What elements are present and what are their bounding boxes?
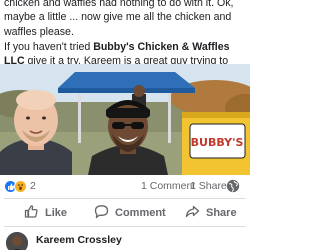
share-button[interactable]: Share <box>185 204 237 222</box>
post-paragraph-1: chicken and waffles had nothing to do wi… <box>4 0 234 38</box>
comment-button[interactable]: Comment <box>94 204 166 222</box>
action-bar: Like Comment Share <box>0 200 250 224</box>
wow-reaction-icon <box>14 180 27 193</box>
reaction-icons[interactable] <box>4 180 27 193</box>
comment-preview: Kareem Crossley <box>0 229 250 250</box>
comment-bubble-icon <box>94 204 109 222</box>
trailer-sign-text: BUBBY'S <box>191 136 244 149</box>
share-label: Share <box>206 207 237 219</box>
comment-label: Comment <box>115 207 166 219</box>
divider <box>4 226 246 227</box>
post-paragraph-2-start: If you haven't tried <box>4 41 94 53</box>
comment-count[interactable]: 1 Comment <box>141 180 195 192</box>
divider <box>4 198 246 199</box>
share-arrow-icon <box>185 204 200 222</box>
avatar[interactable] <box>6 232 28 250</box>
commenter-name[interactable]: Kareem Crossley <box>36 234 122 246</box>
like-button[interactable]: Like <box>24 204 67 222</box>
post-photo[interactable]: BUBBY'S <box>0 64 250 175</box>
reactions-bar: 2 1 Comment 1 Share <box>0 179 250 195</box>
share-count[interactable]: 1 Share <box>190 180 227 192</box>
thumbs-up-icon <box>24 204 39 222</box>
reaction-count[interactable]: 2 <box>30 180 36 192</box>
selfie-photo: BUBBY'S <box>0 64 250 175</box>
like-label: Like <box>45 207 68 219</box>
globe-icon <box>226 179 240 196</box>
